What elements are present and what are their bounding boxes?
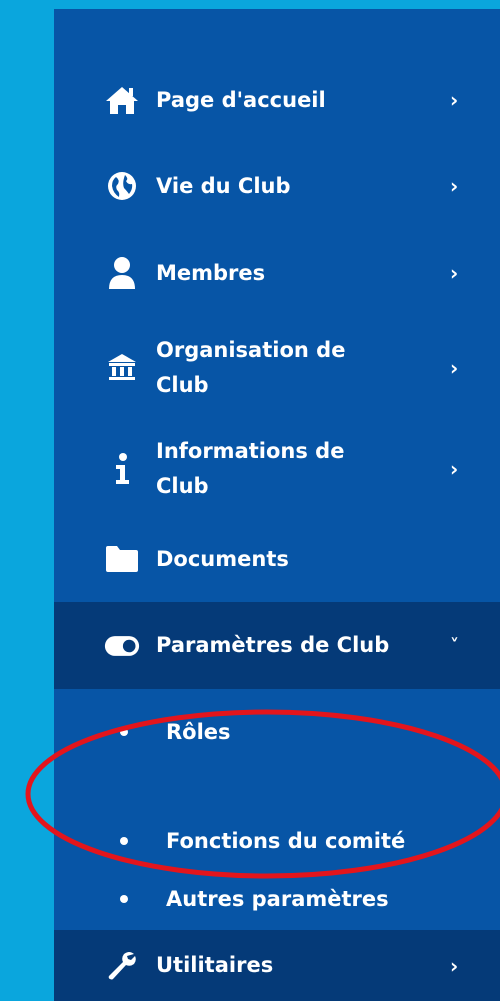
sidebar-item-label: Utilitaires	[156, 953, 274, 977]
submenu-item-label: Autres paramètres	[166, 887, 389, 911]
sidebar-item-documents[interactable]: Documents	[54, 525, 500, 593]
sidebar-item-label: Page d'accueil	[156, 87, 326, 112]
home-icon	[104, 85, 140, 115]
sidebar-item-label: Membres	[156, 260, 266, 285]
institution-icon	[104, 353, 140, 383]
chevron-down-icon: ˅	[450, 635, 459, 656]
submenu-item-autres-parametres[interactable]: Autres paramètres	[54, 869, 500, 929]
globe-icon	[104, 171, 140, 201]
sidebar-item-utilitaires[interactable]: Utilitaires ›	[54, 930, 500, 1001]
sidebar-item-label: Informations de Club	[156, 439, 345, 498]
submenu-item-label: Fonctions du comité	[166, 829, 406, 853]
sidebar-item-parametres-de-club[interactable]: Paramètres de Club ˅	[54, 602, 500, 689]
sidebar-nav: Page d'accueil › Vie du Club › Membres ›	[54, 9, 500, 1001]
user-icon	[104, 256, 140, 290]
chevron-right-icon: ›	[450, 457, 459, 481]
chevron-right-icon: ›	[450, 174, 459, 198]
folder-icon	[104, 545, 140, 573]
sidebar-item-organisation-de-club[interactable]: Organisation de Club ›	[54, 327, 500, 409]
sidebar-item-informations-de-club[interactable]: Informations de Club ›	[54, 427, 500, 511]
toggle-icon	[104, 634, 140, 658]
sidebar-item-label: Documents	[156, 546, 289, 571]
bullet-icon	[120, 837, 128, 845]
sidebar-item-label: Vie du Club	[156, 173, 291, 198]
sidebar-item-membres[interactable]: Membres ›	[54, 239, 500, 307]
info-icon	[104, 453, 140, 485]
sidebar-item-label: Paramètres de Club	[156, 633, 390, 657]
chevron-right-icon: ›	[450, 88, 459, 112]
chevron-right-icon: ›	[450, 261, 459, 285]
chevron-right-icon: ›	[450, 953, 459, 978]
bullet-icon	[120, 895, 128, 903]
chevron-right-icon: ›	[450, 356, 459, 380]
wrench-icon	[104, 951, 140, 981]
submenu-item-roles[interactable]: Rôles	[54, 702, 500, 762]
submenu-item-fonctions-du-comite[interactable]: Fonctions du comité	[54, 811, 500, 871]
submenu-item-label: Rôles	[166, 720, 231, 744]
sidebar-item-label: Organisation de Club	[156, 338, 346, 397]
sidebar-item-page-accueil[interactable]: Page d'accueil ›	[54, 66, 500, 134]
bullet-icon	[120, 728, 128, 736]
sidebar-item-vie-du-club[interactable]: Vie du Club ›	[54, 152, 500, 220]
